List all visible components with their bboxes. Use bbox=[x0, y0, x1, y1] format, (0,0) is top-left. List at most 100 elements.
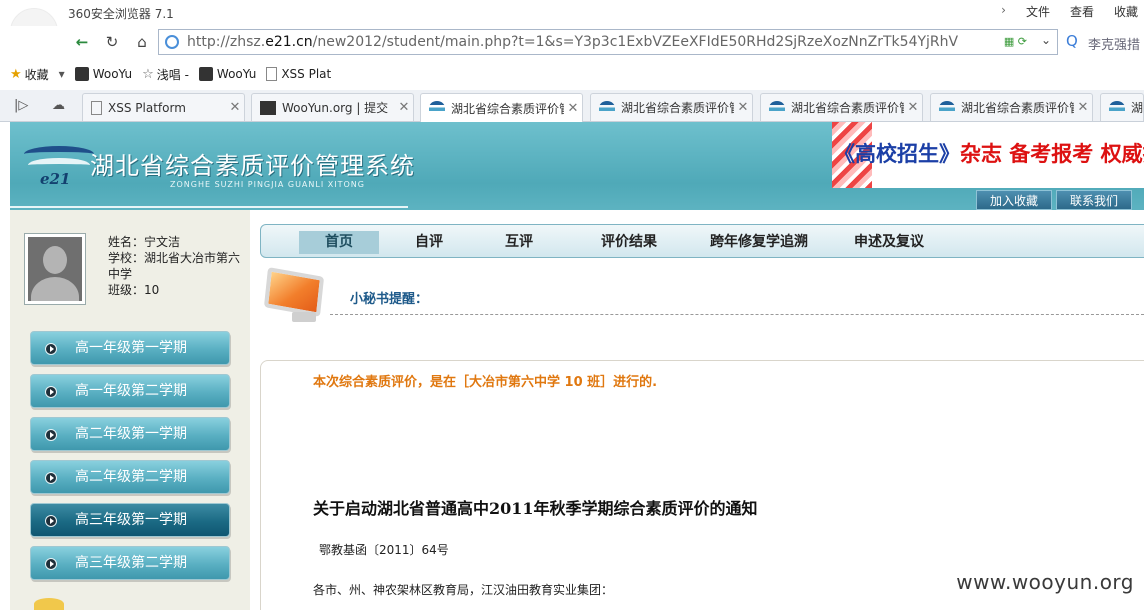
caret-down-icon[interactable]: ▾ bbox=[59, 67, 65, 81]
close-icon[interactable]: ✕ bbox=[564, 101, 582, 116]
play-icon bbox=[45, 472, 57, 484]
main-nav: 首页 自评 互评 评价结果 跨年修复学追溯 申述及复议 bbox=[260, 224, 1144, 258]
contact-us-button[interactable]: 联系我们 bbox=[1056, 190, 1132, 210]
nav-results[interactable]: 评价结果 bbox=[579, 231, 679, 254]
notice-title: 关于启动湖北省普通高中2011年秋季学期综合素质评价的通知 bbox=[313, 499, 758, 518]
back-arrow-icon[interactable]: ← bbox=[70, 30, 94, 54]
web-page: e21 湖北省综合素质评价管理系统 ZONGHE SUZHI PINGJIA G… bbox=[0, 122, 1144, 610]
page-icon bbox=[91, 100, 102, 115]
page-icon bbox=[266, 67, 278, 81]
play-icon bbox=[45, 558, 57, 570]
menu-file[interactable]: 文件 bbox=[1012, 3, 1056, 20]
advertisement-banner[interactable]: 《高校招生》杂志 备考报考 权威指导 bbox=[832, 122, 1144, 188]
menu-view[interactable]: 查看 bbox=[1056, 3, 1100, 20]
address-bar[interactable]: http://zhsz.e21.cn/new2012/student/main.… bbox=[158, 29, 1058, 55]
decoration-icon bbox=[34, 598, 64, 610]
nav-tracing[interactable]: 跨年修复学追溯 bbox=[689, 231, 829, 254]
app-title: 360安全浏览器 7.1 bbox=[68, 7, 174, 21]
sidebar-toggle-icon[interactable]: |▷ bbox=[14, 98, 28, 113]
add-favorite-button[interactable]: 加入收藏 bbox=[976, 190, 1052, 210]
nav-appeal[interactable]: 申述及复议 bbox=[839, 231, 939, 254]
student-name: 姓名：宁文洁 bbox=[108, 235, 181, 249]
play-icon bbox=[45, 343, 57, 355]
sidebar: 姓名：宁文洁 学校：湖北省大冶市第六中学 班级：10 高一年级第一学期 高一年级… bbox=[10, 210, 250, 610]
monitor-icon bbox=[263, 266, 330, 328]
evaluation-location-text: 本次综合素质评价，是在［大冶市第六中学 10 班］进行的. bbox=[313, 375, 658, 390]
header-divider bbox=[10, 206, 408, 208]
close-icon[interactable]: ✕ bbox=[1074, 100, 1092, 115]
site-header: e21 湖北省综合素质评价管理系统 ZONGHE SUZHI PINGJIA G… bbox=[10, 122, 1144, 210]
tab-e21-3[interactable]: 湖北省综合素质评价管 ✕ bbox=[760, 93, 923, 121]
semester-button-1[interactable]: 高一年级第一学期 bbox=[30, 331, 230, 365]
ad-text[interactable]: 《高校招生》杂志 备考报考 权威指导 bbox=[834, 138, 1144, 168]
tab-wooyun[interactable]: WooYun.org | 提交 ✕ bbox=[251, 93, 414, 121]
navigation-bar: ← ↻ ⌂ http://zhsz.e21.cn/new2012/student… bbox=[0, 26, 1144, 58]
close-icon[interactable]: ✕ bbox=[226, 100, 244, 115]
nav-self-evaluation[interactable]: 自评 bbox=[389, 231, 469, 254]
e21-icon bbox=[429, 101, 445, 115]
title-bar: 360安全浏览器 7.1 › 文件 查看 收藏 bbox=[0, 0, 1144, 56]
tab-bar: |▷ ☁ XSS Platform ✕ WooYun.org | 提交 ✕ 湖北省综… bbox=[0, 90, 1144, 122]
semester-button-2[interactable]: 高一年级第二学期 bbox=[30, 374, 230, 408]
semester-button-5[interactable]: 高三年级第一学期 bbox=[30, 503, 230, 537]
avatar bbox=[24, 233, 86, 305]
bookmark-wooyun-2[interactable]: WooYu bbox=[198, 67, 256, 81]
main-content: 首页 自评 互评 评价结果 跨年修复学追溯 申述及复议 小秘书提醒： 本次综合素… bbox=[258, 210, 1144, 610]
nav-home[interactable]: 首页 bbox=[299, 231, 379, 254]
tab-xss-platform[interactable]: XSS Platform ✕ bbox=[82, 93, 245, 121]
home-icon[interactable]: ⌂ bbox=[130, 30, 154, 54]
student-school: 学校：湖北省大冶市第六中学 bbox=[108, 251, 241, 281]
chevron-down-icon[interactable]: ⌄ bbox=[1041, 33, 1051, 47]
site-title: 湖北省综合素质评价管理系统 bbox=[90, 152, 415, 180]
play-icon bbox=[45, 386, 57, 398]
wooyun-icon bbox=[260, 100, 276, 115]
e21-icon bbox=[599, 100, 615, 115]
dotted-divider bbox=[330, 314, 1144, 315]
tab-e21-active[interactable]: 湖北省综合素质评价管 ✕ bbox=[420, 93, 583, 122]
cloud-icon[interactable]: ☁ bbox=[52, 98, 65, 113]
notice-number: 鄂教基函〔2011〕64号 bbox=[319, 543, 449, 557]
watermark: www.wooyun.org bbox=[956, 570, 1134, 594]
chevron-right-icon[interactable]: › bbox=[987, 3, 1012, 20]
refresh-icon[interactable]: ↻ bbox=[100, 30, 124, 54]
star-icon: ★ bbox=[10, 66, 22, 82]
play-icon bbox=[45, 515, 57, 527]
user-silhouette-icon bbox=[28, 237, 82, 301]
e21-logo[interactable]: e21 bbox=[24, 146, 94, 188]
bookmark-xss[interactable]: XSS Plat bbox=[266, 67, 331, 81]
browser-window: 360安全浏览器 7.1 › 文件 查看 收藏 ← ↻ ⌂ http://zhs… bbox=[0, 0, 1144, 610]
url-text[interactable]: http://zhsz.e21.cn/new2012/student/main.… bbox=[187, 34, 987, 50]
menu-bar: › 文件 查看 收藏 bbox=[987, 3, 1144, 20]
close-icon[interactable]: ✕ bbox=[395, 100, 413, 115]
wooyun-icon bbox=[74, 67, 89, 81]
tab-e21-2[interactable]: 湖北省综合素质评价管 ✕ bbox=[590, 93, 753, 121]
menu-favorites[interactable]: 收藏 bbox=[1100, 3, 1144, 20]
bookmarks-bar: ★ 收藏 ▾ WooYu ☆ 浅唱 - WooYu XSS Plat bbox=[0, 60, 1144, 88]
bookmark-wooyun-1[interactable]: WooYu bbox=[74, 67, 132, 81]
e21-icon bbox=[1109, 100, 1125, 115]
play-icon bbox=[45, 429, 57, 441]
tab-e21-5[interactable]: 湖 bbox=[1100, 93, 1144, 121]
notice-recipients: 各市、州、神农架林区教育局，江汉油田教育实业集团： bbox=[313, 583, 614, 597]
semester-button-3[interactable]: 高二年级第一学期 bbox=[30, 417, 230, 451]
nav-peer-evaluation[interactable]: 互评 bbox=[479, 231, 559, 254]
semester-button-4[interactable]: 高二年级第二学期 bbox=[30, 460, 230, 494]
ie-mode-icon[interactable] bbox=[165, 35, 179, 49]
search-icon[interactable]: Q bbox=[1066, 32, 1078, 50]
semester-button-6[interactable]: 高三年级第二学期 bbox=[30, 546, 230, 580]
reminder-section: 小秘书提醒： bbox=[258, 262, 1144, 340]
site-subtitle: ZONGHE SUZHI PINGJIA GUANLI XITONG bbox=[170, 180, 365, 189]
student-info: 姓名：宁文洁 学校：湖北省大冶市第六中学 班级：10 bbox=[108, 234, 248, 298]
qrcode-icon[interactable]: ▦ ⟳ bbox=[1004, 35, 1027, 48]
search-box[interactable]: Q 李克强措 bbox=[1060, 29, 1144, 55]
tab-e21-4[interactable]: 湖北省综合素质评价管 ✕ bbox=[930, 93, 1093, 121]
reminder-label: 小秘书提醒： bbox=[350, 292, 429, 307]
close-icon[interactable]: ✕ bbox=[734, 100, 752, 115]
e21-icon bbox=[939, 100, 955, 115]
student-class: 班级：10 bbox=[108, 283, 160, 297]
bookmark-qianchang[interactable]: ☆ 浅唱 - bbox=[142, 66, 189, 83]
bookmark-favorites[interactable]: ★ 收藏 ▾ bbox=[10, 66, 65, 83]
search-text[interactable]: 李克强措 bbox=[1088, 34, 1140, 53]
close-icon[interactable]: ✕ bbox=[904, 100, 922, 115]
star-outline-icon: ☆ bbox=[142, 66, 154, 82]
